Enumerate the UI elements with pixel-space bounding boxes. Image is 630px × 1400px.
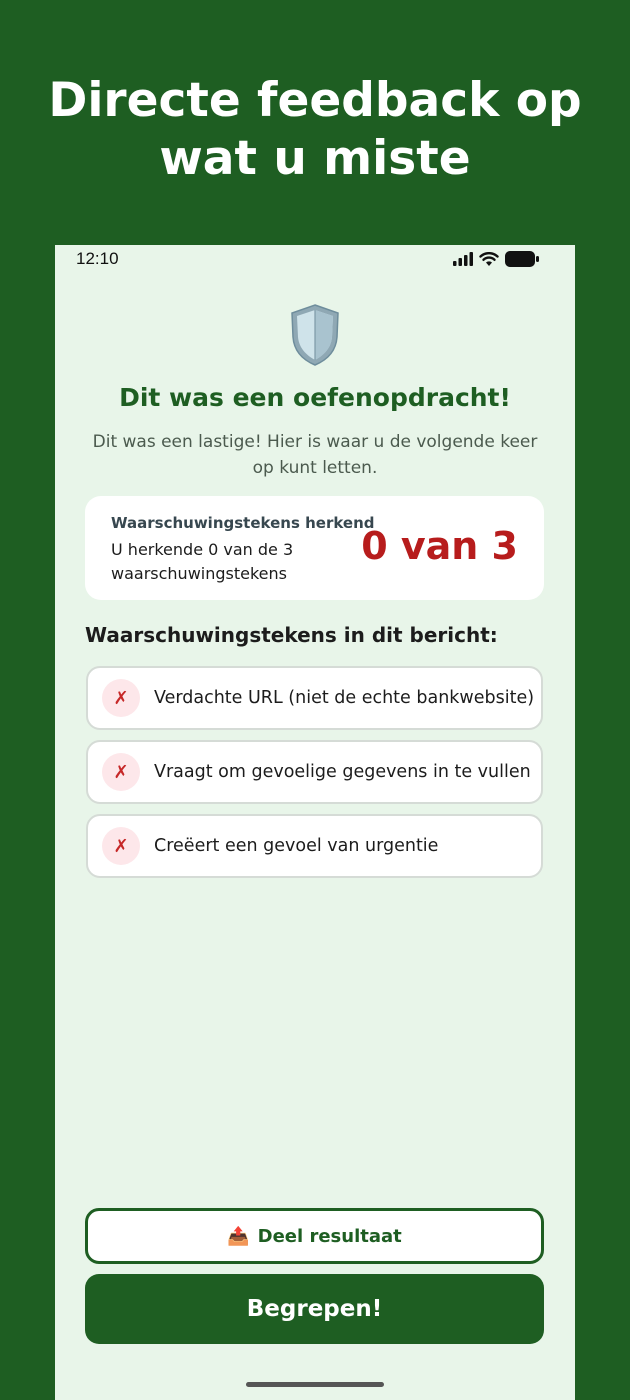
share-result-button[interactable]: 📤 Deel resultaat: [85, 1208, 544, 1264]
signal-icon: [453, 252, 473, 266]
score-card: Waarschuwingstekens herkend U herkende 0…: [85, 496, 544, 600]
warning-signs-title: Waarschuwingstekens in dit bericht:: [85, 623, 498, 647]
phone-screen: 12:10 Dit was een oefenopdracht! Dit was…: [55, 245, 575, 1400]
headline-line-2: wat u miste: [159, 131, 471, 186]
cross-icon: ✗: [102, 753, 140, 791]
home-indicator[interactable]: [246, 1382, 384, 1387]
score-value: 0 van 3: [361, 524, 518, 568]
status-icons: [453, 251, 539, 267]
status-time: 12:10: [76, 249, 119, 268]
warning-sign-item: ✗ Creëert een gevoel van urgentie: [86, 814, 543, 878]
cross-icon: ✗: [102, 679, 140, 717]
warning-sign-text: Vraagt om gevoelige gegevens in te vulle…: [154, 762, 531, 782]
warning-sign-item: ✗ Vraagt om gevoelige gegevens in te vul…: [86, 740, 543, 804]
outbox-icon: 📤: [227, 1225, 250, 1247]
share-button-label: Deel resultaat: [257, 1225, 402, 1247]
warning-sign-text: Verdachte URL (niet de echte bankwebsite…: [154, 688, 535, 708]
cross-icon: ✗: [102, 827, 140, 865]
score-description: U herkende 0 van de 3 waarschuwingsteken…: [111, 540, 294, 583]
shield-icon: [289, 303, 341, 367]
status-bar: 12:10: [55, 245, 575, 275]
wifi-icon: [479, 251, 499, 266]
headline-line-1: Directe feedback op: [48, 73, 582, 128]
battery-icon: [505, 251, 539, 267]
score-label: Waarschuwingstekens herkend: [111, 514, 375, 532]
result-subtitle: Dit was een lastige! Hier is waar u de v…: [92, 432, 538, 478]
warning-sign-text: Creëert een gevoel van urgentie: [154, 836, 439, 856]
confirm-button[interactable]: Begrepen!: [85, 1274, 544, 1344]
result-title: Dit was een oefenopdracht!: [119, 383, 511, 412]
warning-sign-item: ✗ Verdachte URL (niet de echte bankwebsi…: [86, 666, 543, 730]
page-headline: Directe feedback op wat u miste: [0, 72, 630, 188]
